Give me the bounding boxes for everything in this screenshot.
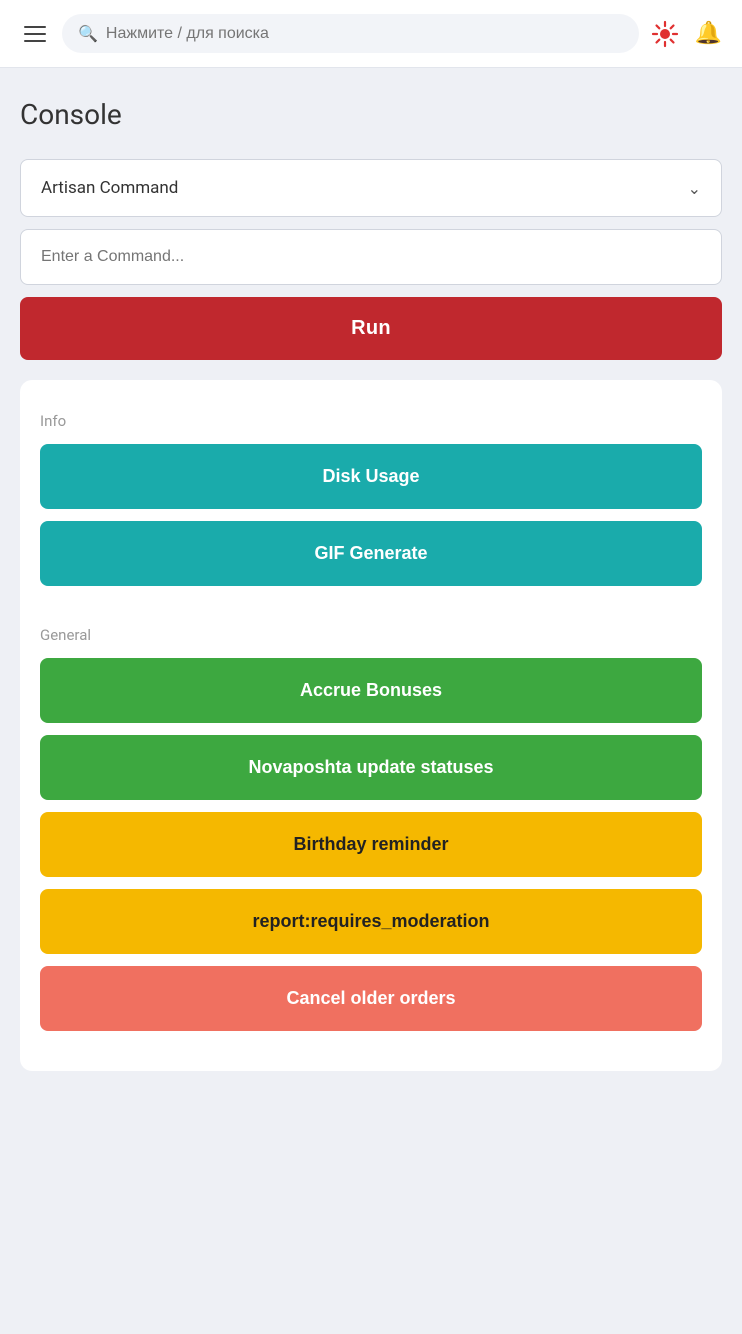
top-navigation: 🔍 🔔 <box>0 0 742 68</box>
disk-usage-button[interactable]: Disk Usage <box>40 444 702 509</box>
chevron-down-icon: ⌄ <box>688 179 701 198</box>
birthday-reminder-button[interactable]: Birthday reminder <box>40 812 702 877</box>
artisan-dropdown-label: Artisan Command <box>41 178 178 198</box>
search-input[interactable] <box>106 25 623 43</box>
cancel-older-orders-button[interactable]: Cancel older orders <box>40 966 702 1031</box>
search-bar[interactable]: 🔍 <box>62 14 639 53</box>
main-content: Console Artisan Command ⌄ Run Info Disk … <box>0 68 742 1091</box>
theme-icon[interactable] <box>651 20 679 48</box>
page-title: Console <box>20 98 722 131</box>
commands-card: Info Disk Usage GIF Generate General Acc… <box>20 380 722 1071</box>
info-section-label: Info <box>40 412 702 430</box>
notification-bell-icon[interactable]: 🔔 <box>695 21 722 46</box>
search-icon: 🔍 <box>78 24 98 43</box>
artisan-command-dropdown[interactable]: Artisan Command ⌄ <box>20 159 722 217</box>
run-button[interactable]: Run <box>20 297 722 360</box>
gif-generate-button[interactable]: GIF Generate <box>40 521 702 586</box>
report-requires-moderation-button[interactable]: report:requires_moderation <box>40 889 702 954</box>
hamburger-menu-icon[interactable] <box>20 22 50 46</box>
nav-icons: 🔔 <box>651 20 722 48</box>
novaposhta-update-button[interactable]: Novaposhta update statuses <box>40 735 702 800</box>
command-input[interactable] <box>20 229 722 285</box>
accrue-bonuses-button[interactable]: Accrue Bonuses <box>40 658 702 723</box>
general-section-label: General <box>40 626 702 644</box>
